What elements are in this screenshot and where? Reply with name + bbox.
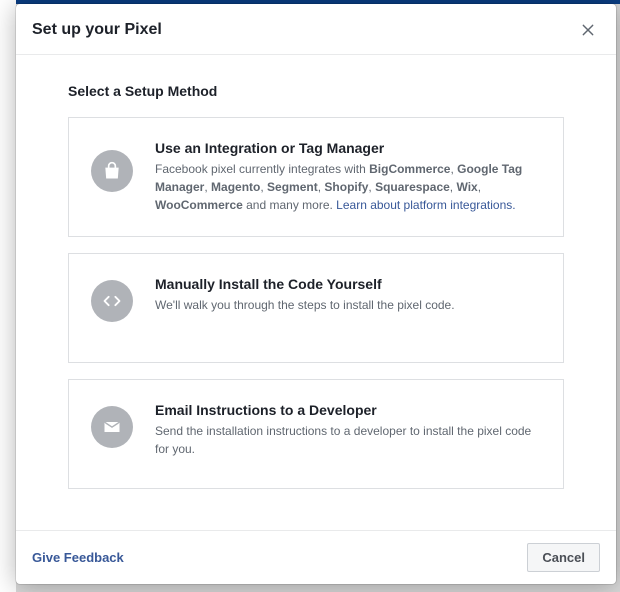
shopping-bag-icon [91, 150, 133, 192]
integration-name: Squarespace [375, 180, 450, 194]
integration-name: WooCommerce [155, 198, 243, 212]
learn-integrations-link[interactable]: Learn about platform integrations. [336, 198, 515, 212]
option-title: Use an Integration or Tag Manager [155, 140, 541, 156]
option-manual-install[interactable]: Manually Install the Code Yourself We'll… [68, 253, 564, 363]
option-body: Email Instructions to a Developer Send t… [155, 402, 541, 458]
section-heading: Select a Setup Method [68, 83, 564, 99]
close-button[interactable] [576, 18, 600, 42]
setup-pixel-modal: Set up your Pixel Select a Setup Method … [16, 4, 616, 584]
option-title: Manually Install the Code Yourself [155, 276, 541, 292]
option-body: Use an Integration or Tag Manager Facebo… [155, 140, 541, 214]
integration-name: Shopify [324, 180, 368, 194]
close-icon [580, 22, 596, 38]
integration-name: Segment [267, 180, 318, 194]
option-email-developer[interactable]: Email Instructions to a Developer Send t… [68, 379, 564, 489]
background-left-panel [0, 0, 16, 592]
option-description: Send the installation instructions to a … [155, 422, 541, 458]
modal-title: Set up your Pixel [32, 21, 162, 39]
modal-body: Select a Setup Method Use an Integration… [16, 55, 616, 530]
modal-footer: Give Feedback Cancel [16, 530, 616, 584]
option-description: Facebook pixel currently integrates with… [155, 160, 541, 214]
modal-header: Set up your Pixel [16, 4, 616, 55]
integration-name: Magento [211, 180, 260, 194]
option-description: We'll walk you through the steps to inst… [155, 296, 541, 314]
desc-suffix: and many more. [243, 198, 336, 212]
desc-prefix: Facebook pixel currently integrates with [155, 162, 369, 176]
mail-icon [91, 406, 133, 448]
cancel-button[interactable]: Cancel [527, 543, 600, 572]
code-icon [91, 280, 133, 322]
integration-name: Wix [456, 180, 477, 194]
give-feedback-link[interactable]: Give Feedback [32, 550, 124, 565]
option-title: Email Instructions to a Developer [155, 402, 541, 418]
integration-name: BigCommerce [369, 162, 450, 176]
option-body: Manually Install the Code Yourself We'll… [155, 276, 541, 314]
option-integration[interactable]: Use an Integration or Tag Manager Facebo… [68, 117, 564, 237]
